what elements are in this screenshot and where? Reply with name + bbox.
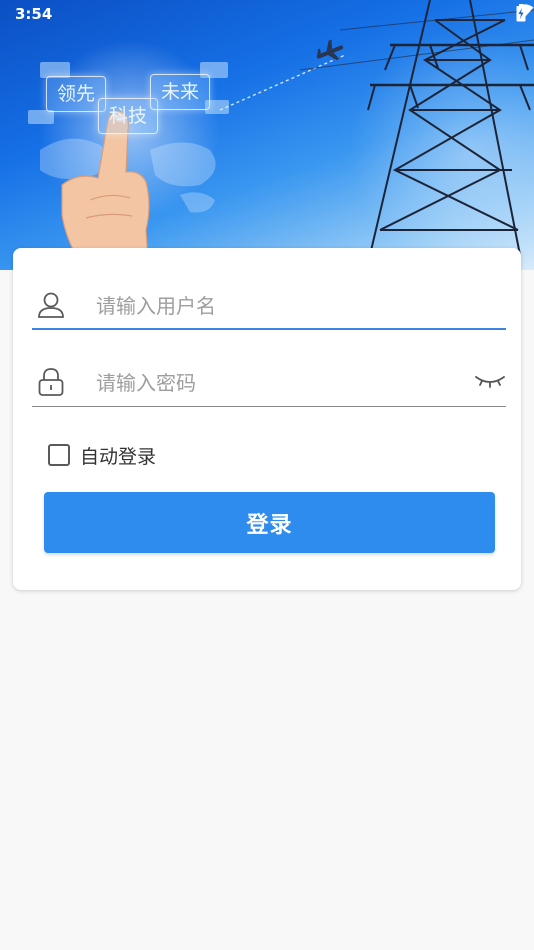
username-field — [32, 286, 506, 330]
status-time: 3:54 — [15, 5, 53, 23]
banner-illustration — [28, 0, 534, 270]
auto-login-option[interactable]: 自动登录 — [48, 441, 156, 469]
login-card: 自动登录 登录 — [13, 248, 521, 590]
banner-tag: 未来 — [150, 74, 211, 110]
banner-tag: 领先 — [46, 76, 107, 112]
login-screen: 领先 科技 未来 3:54 请输入用户名 自动登录 登录 — [0, 0, 534, 950]
username-input[interactable] — [96, 294, 466, 318]
auto-login-checkbox[interactable] — [48, 444, 70, 466]
auto-login-label: 自动登录 — [80, 445, 157, 468]
person-icon — [36, 290, 66, 320]
password-underline — [32, 406, 506, 407]
status-bar: 3:54 — [0, 0, 534, 28]
eye-closed-icon[interactable] — [474, 369, 506, 391]
lock-icon — [36, 367, 66, 397]
password-field — [32, 363, 506, 407]
banner-tag: 科技 — [98, 98, 159, 134]
username-underline — [32, 328, 506, 330]
password-input[interactable] — [96, 371, 466, 395]
header-banner: 领先 科技 未来 3:54 — [0, 0, 534, 270]
login-button[interactable]: 登录 — [44, 492, 495, 553]
